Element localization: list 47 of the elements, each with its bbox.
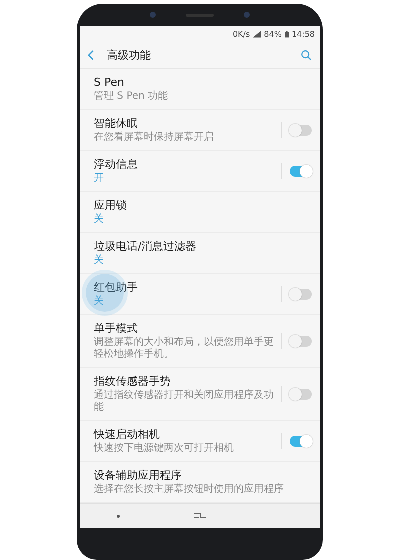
toggle-switch[interactable] [290,124,312,136]
item-title: S Pen [94,75,126,90]
nav-dot-icon[interactable] [116,514,120,518]
settings-item[interactable]: S Pen 管理 S Pen 功能 [80,69,320,110]
settings-item[interactable]: 应用锁 关 [80,192,320,233]
toggle-switch[interactable] [290,436,312,446]
camera-icon [244,12,250,18]
battery-icon [284,30,289,38]
item-title: 浮动信息 [94,157,139,172]
item-subtitle: 关 [94,214,105,226]
settings-item[interactable]: 快速启动相机 快速按下电源键两次可打开相机 [80,421,320,462]
settings-item[interactable]: 红包助手 关 [80,274,320,315]
item-subtitle: 管理 S Pen 功能 [94,91,170,103]
toggle-switch[interactable] [290,336,312,346]
item-subtitle: 关 [94,296,105,308]
settings-item[interactable]: 浮动信息 开 [80,151,320,192]
network-speed: 0K/s [232,30,250,38]
back-icon[interactable] [88,50,95,60]
clock-time: 14:58 [292,30,315,38]
item-subtitle: 关 [94,255,105,267]
recents-icon[interactable] [192,512,207,520]
item-subtitle: 在您看屏幕时保持屏幕开启 [94,132,215,144]
item-title: 智能休眠 [94,116,139,131]
battery-percent: 84% [264,30,282,38]
item-subtitle: 通过指纹传感器打开和关闭应用程序及功能 [94,390,275,414]
item-title: 单手模式 [94,321,139,336]
toggle-switch[interactable] [290,166,312,176]
signal-icon [253,30,262,38]
item-title: 垃圾电话/消息过滤器 [94,239,198,254]
toggle-switch[interactable] [290,288,312,300]
item-title: 快速启动相机 [94,427,161,442]
settings-item[interactable]: 指纹传感器手势 通过指纹传感器打开和关闭应用程序及功能 [80,368,320,421]
item-title: 设备辅助应用程序 [94,468,183,483]
item-subtitle: 选择在您长按主屏幕按钮时使用的应用程序 [94,484,285,496]
search-icon[interactable] [301,50,312,60]
toggle-switch[interactable] [290,388,312,400]
item-subtitle: 调整屏幕的大小和布局，以便您用单手更轻松地操作手机。 [94,337,275,361]
page-title: 高级功能 [107,48,152,62]
settings-item[interactable]: 单手模式 调整屏幕的大小和布局，以便您用单手更轻松地操作手机。 [80,315,320,368]
settings-item[interactable]: 垃圾电话/消息过滤器 关 [80,233,320,274]
settings-item[interactable]: 智能休眠 在您看屏幕时保持屏幕开启 [80,110,320,151]
camera-icon [150,12,156,18]
item-title: 指纹传感器手势 [94,374,172,389]
item-title: 红包助手 [94,280,139,295]
item-title: 应用锁 [94,198,128,213]
item-subtitle: 快速按下电源键两次可打开相机 [94,443,235,455]
item-subtitle: 开 [94,173,105,185]
